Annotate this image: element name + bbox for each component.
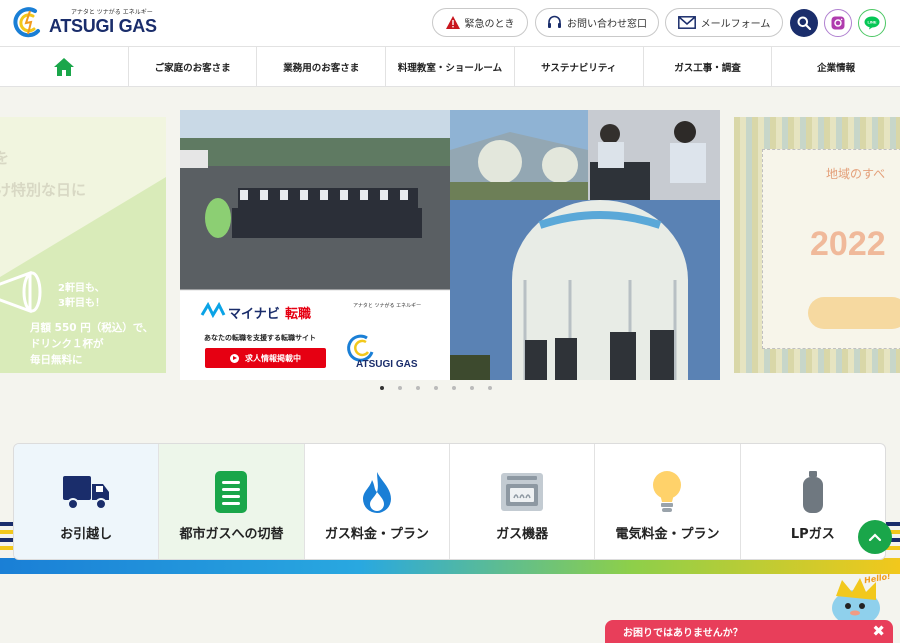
carousel-dot[interactable]: [452, 386, 456, 390]
help-chat-bar[interactable]: お困りではありませんか？ ✖: [605, 620, 893, 643]
nav-household[interactable]: ご家庭のお客さま: [127, 47, 257, 86]
slide-logo-tagline: アナタと ツナがる エネルギー: [353, 303, 422, 309]
carousel-dot[interactable]: [398, 386, 402, 390]
home-icon: [53, 57, 74, 76]
logo-tagline: アナタと ツナがる エネルギー: [71, 9, 153, 16]
service-label: ガス料金・プラン: [324, 527, 429, 542]
nav-company[interactable]: 企業情報: [771, 47, 900, 86]
line-button[interactable]: LINE: [858, 9, 886, 37]
search-button[interactable]: [790, 9, 818, 37]
flame-icon: [362, 472, 391, 513]
mail-form-label: メールフォーム: [700, 19, 771, 30]
carousel-slide-main[interactable]: マイナビ 転職 あなたの転職を支援する転職サイト 求人情報掲載中 アナタと ツナ…: [180, 110, 720, 380]
nav-sustainability[interactable]: サステナビリティ: [513, 47, 643, 86]
slide-prev-price3: 毎日無料に: [30, 354, 83, 366]
carousel-dot[interactable]: [488, 386, 492, 390]
service-label: 都市ガスへの切替: [179, 527, 284, 542]
slide-prev-bubble2: 3軒目も！: [58, 298, 105, 309]
slide-prev-line2: け特別な日に: [0, 181, 87, 199]
nav-gas-construction[interactable]: ガス工事・調査: [642, 47, 772, 86]
back-to-top-button[interactable]: [858, 520, 892, 554]
slide-next-year: 2022: [810, 225, 886, 263]
slide-logo-name: ATSUGI GAS: [356, 359, 418, 370]
megaphone-icon: [0, 270, 42, 314]
carousel-pagination: [380, 386, 492, 390]
mynavi-cta-label: 求人情報掲載中: [245, 353, 301, 363]
service-label: 電気料金・プラン: [615, 527, 720, 542]
contact-button[interactable]: お問い合わせ窓口: [535, 8, 659, 37]
carousel-dot[interactable]: [470, 386, 474, 390]
slide-prev-line1: を: [0, 149, 10, 167]
service-card-gas-rates[interactable]: ガス料金・プラン: [303, 444, 449, 559]
global-nav: ご家庭のお客さま 業務用のお客さま 料理教室・ショールーム サステナビリティ ガ…: [0, 46, 900, 87]
mynavi-description: あなたの転職を支援する転職サイト: [204, 334, 316, 342]
service-card-moving[interactable]: お引越し: [14, 444, 159, 559]
logo-name: ATSUGI GAS: [49, 16, 157, 36]
nav-cooking-showroom[interactable]: 料理教室・ショールーム: [385, 47, 514, 86]
slide-prev-bubble1: 2軒目も、: [58, 283, 105, 294]
mail-form-button[interactable]: メールフォーム: [665, 8, 783, 37]
mynavi-brand: マイナビ: [228, 307, 280, 322]
chevron-up-icon: [868, 533, 882, 542]
contact-label: お問い合わせ窓口: [567, 19, 647, 30]
emergency-label: 緊急のとき: [464, 19, 515, 30]
carousel-slide-next[interactable]: 地域のすべ 2022: [734, 117, 900, 373]
gas-cylinder-icon: [802, 471, 823, 513]
nav-home[interactable]: [0, 47, 128, 86]
mynavi-suffix: 転職: [285, 307, 312, 322]
service-card-appliances[interactable]: ガス機器: [448, 444, 594, 559]
slide-prev-price2: ドリンク１杯が: [30, 338, 104, 350]
emergency-button[interactable]: 緊急のとき: [432, 8, 528, 37]
headset-icon: [548, 15, 561, 28]
mascot-character[interactable]: Hello!: [826, 572, 891, 626]
carousel-dot[interactable]: [380, 386, 384, 390]
search-icon: [797, 16, 811, 30]
slide-next-button[interactable]: [808, 297, 900, 329]
truck-icon: [63, 476, 110, 510]
service-card-switch[interactable]: 都市ガスへの切替: [158, 444, 304, 559]
gradient-stripe: [0, 558, 900, 574]
line-icon: LINE: [864, 16, 880, 30]
decorative-stripes-left: [0, 522, 14, 550]
mail-icon: [677, 16, 696, 29]
close-icon[interactable]: ✖: [872, 622, 885, 640]
instagram-button[interactable]: [824, 9, 852, 37]
service-menu: お引越し 都市ガスへの切替 ガス料金・プラン ガス機器 電気料金・プラン LPガ…: [13, 443, 886, 560]
stove-icon: [501, 473, 544, 511]
document-icon: [215, 471, 248, 513]
play-icon: [230, 353, 239, 363]
carousel-dot[interactable]: [434, 386, 438, 390]
carousel-slide-prev[interactable]: を け特別な日に 2軒目も、 3軒目も！ 月額 550 円（税込）で、 ドリンク…: [0, 117, 166, 373]
instagram-icon: [831, 16, 845, 30]
nav-business[interactable]: 業務用のお客さま: [256, 47, 385, 86]
svg-text:LINE: LINE: [867, 20, 876, 25]
service-label: LPガス: [790, 527, 835, 542]
warning-icon: [445, 16, 460, 29]
lightbulb-icon: [653, 471, 682, 512]
service-label: ガス機器: [496, 527, 549, 542]
site-header: アナタと ツナがる エネルギー ATSUGI GAS 緊急のとき お問い合わせ窓…: [0, 0, 900, 46]
atsugi-gas-logo[interactable]: アナタと ツナがる エネルギー ATSUGI GAS: [13, 7, 163, 39]
carousel-dot[interactable]: [416, 386, 420, 390]
service-label: お引越し: [60, 527, 113, 542]
slide-prev-price1: 月額 550 円（税込）で、: [30, 322, 154, 334]
slide-next-text: 地域のすべ: [826, 167, 886, 181]
service-card-electricity[interactable]: 電気料金・プラン: [594, 444, 739, 559]
logo-mark-icon: [13, 7, 40, 38]
mynavi-cta-button[interactable]: 求人情報掲載中: [205, 348, 326, 368]
help-chat-label: お困りではありませんか？: [623, 628, 743, 639]
